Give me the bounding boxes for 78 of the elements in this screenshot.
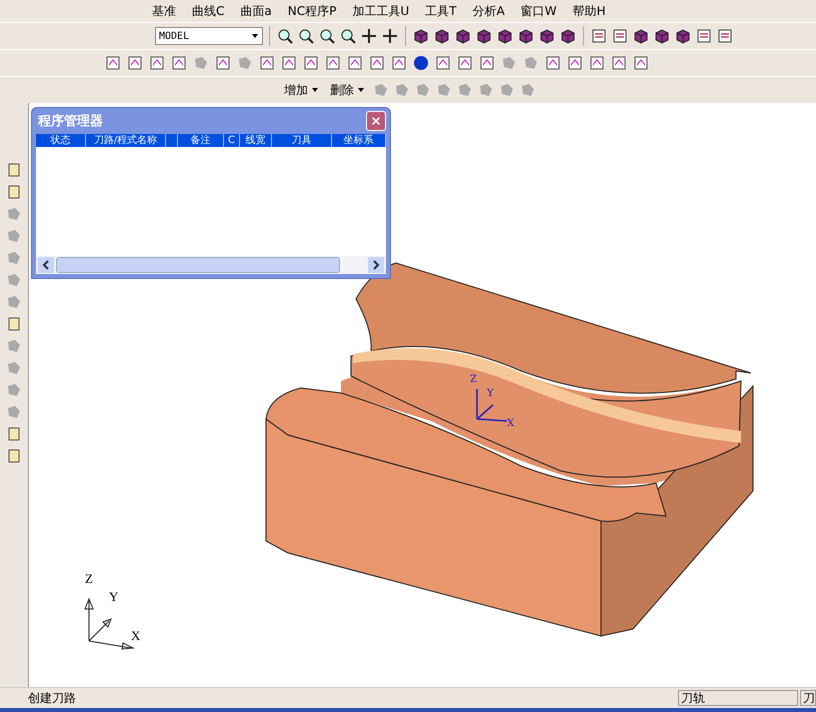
caret-icon[interactable] [357,86,365,94]
column-header[interactable]: 备注 [178,134,224,147]
close-button[interactable] [366,111,386,131]
column-header[interactable]: C [224,134,240,147]
cube-icon[interactable] [454,27,472,45]
status-panel: 刀轨 [678,690,798,706]
cube-icon[interactable] [653,27,671,45]
sheet-icon[interactable] [544,54,562,72]
disc-icon[interactable] [412,54,430,72]
sheet-icon[interactable] [104,54,122,72]
horizontal-scrollbar[interactable] [36,256,386,274]
menu-item[interactable]: 曲面a [234,2,278,20]
dialog-title: 程序管理器 [38,112,103,130]
magnifier-icon[interactable] [297,27,315,45]
scrollbar-thumb[interactable] [56,257,340,273]
menu-item[interactable]: 加工工具U [346,2,416,20]
axis-label: Y [487,388,494,399]
sheet-icon[interactable] [588,54,606,72]
menu-item[interactable]: 分析A [466,2,511,20]
cube-icon[interactable] [674,27,692,45]
sheet-icon[interactable] [611,27,629,45]
cube-icon[interactable] [433,27,451,45]
scroll-right-icon[interactable] [368,257,384,273]
status-panel: 刀 [800,690,816,706]
sheet-icon[interactable] [324,54,342,72]
axis-label: X [507,418,514,429]
caret-icon[interactable] [251,32,259,40]
axis-label: X [131,628,140,644]
sheet-icon[interactable] [280,54,298,72]
cube-icon[interactable] [475,27,493,45]
sheet-icon[interactable] [126,54,144,72]
sheet-icon[interactable] [695,27,713,45]
sheet-icon[interactable] [716,27,734,45]
delete-menu[interactable]: 删除 [326,82,369,98]
axis-label: Z [470,374,477,385]
sheet-icon[interactable] [302,54,320,72]
sheet-icon[interactable] [434,54,452,72]
menu-item[interactable]: 基准 [146,2,182,20]
cube-icon[interactable] [559,27,577,45]
sheet-icon[interactable] [214,54,232,72]
cube-icon[interactable] [517,27,535,45]
menu-item[interactable]: 曲线C [186,2,230,20]
column-header[interactable]: 坐标系 [332,134,386,147]
scroll-left-icon[interactable] [38,257,54,273]
sheet-icon[interactable] [170,54,188,72]
column-header[interactable]: 刀路/程式名称 [86,134,166,147]
menu-item[interactable]: 帮助H [566,2,612,20]
sheet-icon[interactable] [368,54,386,72]
view-combo[interactable]: MODEL [155,27,263,45]
cube-icon[interactable] [412,27,430,45]
column-header[interactable]: 刀具 [272,134,332,147]
cube-icon[interactable] [632,27,650,45]
sheet-icon[interactable] [346,54,364,72]
axis-label: Y [109,589,118,605]
sheet-icon[interactable] [456,54,474,72]
menu-item[interactable]: 工具T [419,2,462,20]
column-header[interactable]: 线宽 [240,134,272,147]
status-message: 创建刀路 [27,690,77,706]
sheet-icon[interactable] [258,54,276,72]
add-menu[interactable]: 增加 [280,82,323,98]
cube-icon[interactable] [538,27,556,45]
column-header[interactable]: 状态 [36,134,86,147]
sheet-icon[interactable] [566,54,584,72]
magnifier-icon[interactable] [339,27,357,45]
sheet-icon[interactable] [390,54,408,72]
sheet-icon[interactable] [632,54,650,72]
menu-item[interactable]: NC程序P [282,2,342,20]
sheet-icon[interactable] [478,54,496,72]
sheet-icon[interactable] [148,54,166,72]
cube-icon[interactable] [496,27,514,45]
axis-label: Z [85,571,93,587]
sheet-icon[interactable] [590,27,608,45]
caret-icon[interactable] [311,86,319,94]
sheet-icon[interactable] [610,54,628,72]
close-icon[interactable] [371,116,381,126]
magnifier-icon[interactable] [318,27,336,45]
magnifier-icon[interactable] [276,27,294,45]
menu-item[interactable]: 窗口W [514,2,563,20]
